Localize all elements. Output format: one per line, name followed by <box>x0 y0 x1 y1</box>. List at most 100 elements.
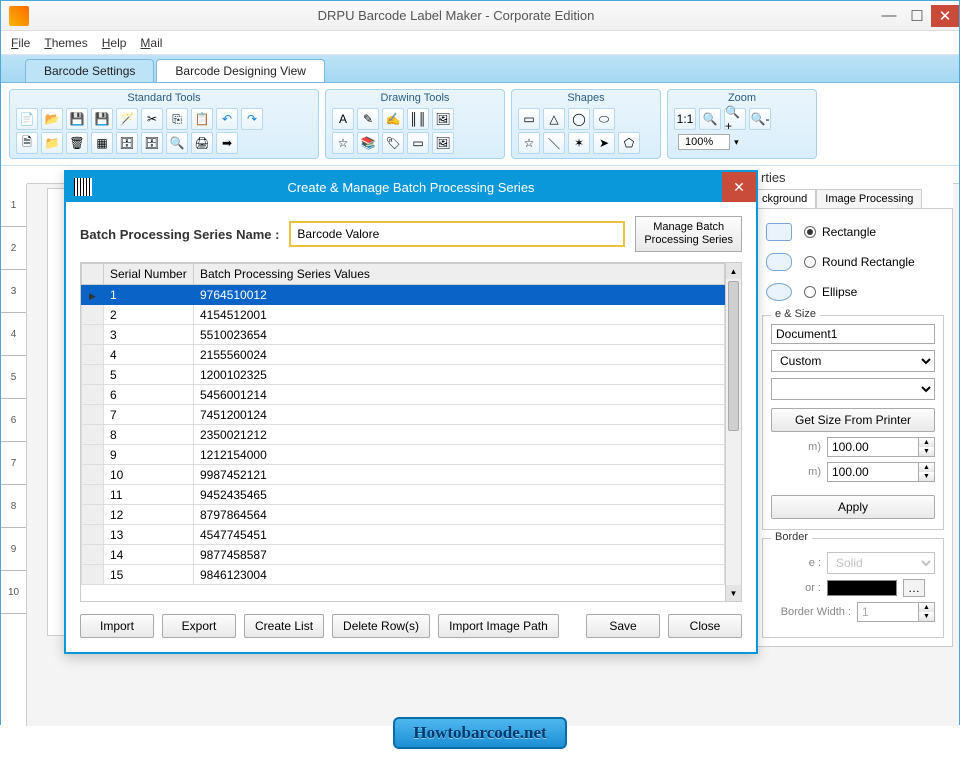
width-down-icon[interactable]: ▼ <box>919 447 934 456</box>
width-up-icon[interactable]: ▲ <box>919 438 934 447</box>
wizard-icon[interactable]: 🪄 <box>116 108 138 130</box>
folder-icon[interactable]: 📁 <box>41 132 63 154</box>
database-icon[interactable]: 🗄 <box>116 132 138 154</box>
pentagon-icon[interactable]: ⬠ <box>618 132 640 154</box>
height-up-icon[interactable]: ▲ <box>919 463 934 472</box>
border-color-swatch[interactable] <box>827 580 897 596</box>
row-header[interactable] <box>82 385 104 405</box>
table-row[interactable]: 35510023654 <box>82 325 725 345</box>
radio-round-rectangle[interactable] <box>804 256 816 268</box>
menu-themes[interactable]: Themes <box>44 36 87 50</box>
cell-serial[interactable]: 15 <box>104 565 194 585</box>
export-db-icon[interactable]: 🗄 <box>141 132 163 154</box>
row-header[interactable] <box>82 565 104 585</box>
table-row[interactable]: 19764510012 <box>82 285 725 305</box>
scroll-up-icon[interactable]: ▲ <box>726 263 741 279</box>
table-row[interactable]: 134547745451 <box>82 525 725 545</box>
zoom-actual-icon[interactable]: 🔍 <box>699 108 721 130</box>
paste-icon[interactable]: 📋 <box>191 108 213 130</box>
zoom-fit-icon[interactable]: 1:1 <box>674 108 696 130</box>
save-icon[interactable]: 💾 <box>66 108 88 130</box>
cell-serial[interactable]: 13 <box>104 525 194 545</box>
height-down-icon[interactable]: ▼ <box>919 472 934 481</box>
dialog-close-button[interactable]: ✕ <box>722 172 756 202</box>
save-as-icon[interactable]: 💾 <box>91 108 113 130</box>
close-dialog-button[interactable]: Close <box>668 614 742 638</box>
cell-value[interactable]: 5510023654 <box>194 325 725 345</box>
save-button[interactable]: Save <box>586 614 660 638</box>
get-size-from-printer-button[interactable]: Get Size From Printer <box>771 408 935 432</box>
signature-icon[interactable]: ✍ <box>382 108 404 130</box>
burst-icon[interactable]: ✶ <box>568 132 590 154</box>
redo-icon[interactable]: ↷ <box>241 108 263 130</box>
library-icon[interactable]: 📚 <box>357 132 379 154</box>
series-name-input[interactable] <box>289 221 625 247</box>
watermark-icon[interactable]: 🏷 <box>382 132 404 154</box>
row-header[interactable] <box>82 305 104 325</box>
image-icon[interactable]: 🖼 <box>432 108 454 130</box>
cell-value[interactable]: 4154512001 <box>194 305 725 325</box>
row-header[interactable] <box>82 405 104 425</box>
row-header[interactable] <box>82 505 104 525</box>
print-preview-icon[interactable]: 🔍 <box>166 132 188 154</box>
scroll-thumb[interactable] <box>728 281 739 431</box>
zoom-select[interactable]: 100% <box>678 134 730 150</box>
row-header[interactable] <box>82 365 104 385</box>
menu-file[interactable]: File <box>11 36 30 50</box>
cell-serial[interactable]: 4 <box>104 345 194 365</box>
line-icon[interactable]: ＼ <box>543 132 565 154</box>
minimize-button[interactable]: — <box>875 5 903 27</box>
series-table[interactable]: Serial Number Batch Processing Series Va… <box>81 263 725 585</box>
copy-icon[interactable]: ⎘ <box>166 108 188 130</box>
cell-serial[interactable]: 9 <box>104 445 194 465</box>
cell-serial[interactable]: 11 <box>104 485 194 505</box>
table-row[interactable]: 24154512001 <box>82 305 725 325</box>
table-row[interactable]: 91212154000 <box>82 445 725 465</box>
circle-icon[interactable]: ◯ <box>568 108 590 130</box>
col-series-values[interactable]: Batch Processing Series Values <box>194 264 725 285</box>
cell-serial[interactable]: 6 <box>104 385 194 405</box>
send-icon[interactable]: ➡ <box>216 132 238 154</box>
cell-value[interactable]: 2350021212 <box>194 425 725 445</box>
rectangle-icon[interactable]: ▭ <box>518 108 540 130</box>
ellipse-icon[interactable]: ⬭ <box>593 108 615 130</box>
cell-serial[interactable]: 10 <box>104 465 194 485</box>
table-row[interactable]: 159846123004 <box>82 565 725 585</box>
cell-value[interactable]: 9877458587 <box>194 545 725 565</box>
undo-icon[interactable]: ↶ <box>216 108 238 130</box>
maximize-button[interactable]: ☐ <box>903 5 931 27</box>
text-icon[interactable]: A <box>332 108 354 130</box>
star5-icon[interactable]: ☆ <box>518 132 540 154</box>
new-icon[interactable]: 📄 <box>16 108 38 130</box>
import-button[interactable]: Import <box>80 614 154 638</box>
grid-icon[interactable]: ▦ <box>91 132 113 154</box>
row-header[interactable] <box>82 545 104 565</box>
cell-value[interactable]: 9987452121 <box>194 465 725 485</box>
zoom-in-icon[interactable]: 🔍+ <box>724 108 746 130</box>
cut-icon[interactable]: ✂ <box>141 108 163 130</box>
table-row[interactable]: 42155560024 <box>82 345 725 365</box>
cell-value[interactable]: 1212154000 <box>194 445 725 465</box>
print-icon[interactable]: 🖨 <box>191 132 213 154</box>
table-row[interactable]: 65456001214 <box>82 385 725 405</box>
table-row[interactable]: 82350021212 <box>82 425 725 445</box>
cell-value[interactable]: 9452435465 <box>194 485 725 505</box>
radio-ellipse[interactable] <box>804 286 816 298</box>
cell-serial[interactable]: 14 <box>104 545 194 565</box>
table-row[interactable]: 77451200124 <box>82 405 725 425</box>
cell-value[interactable]: 9846123004 <box>194 565 725 585</box>
grid-scrollbar[interactable]: ▲ ▼ <box>725 263 741 601</box>
new-label-icon[interactable]: 🗎 <box>16 132 38 154</box>
pencil-icon[interactable]: ✎ <box>357 108 379 130</box>
width-input[interactable] <box>827 437 919 457</box>
scroll-down-icon[interactable]: ▼ <box>726 585 741 601</box>
menu-mail[interactable]: Mail <box>140 36 162 50</box>
cell-serial[interactable]: 2 <box>104 305 194 325</box>
cell-serial[interactable]: 3 <box>104 325 194 345</box>
tab-background[interactable]: ckground <box>753 189 816 208</box>
cell-value[interactable]: 9764510012 <box>194 285 725 305</box>
arrowshape-icon[interactable]: ➤ <box>593 132 615 154</box>
cell-value[interactable]: 4547745451 <box>194 525 725 545</box>
delete-rows-button[interactable]: Delete Row(s) <box>332 614 430 638</box>
triangle-icon[interactable]: △ <box>543 108 565 130</box>
